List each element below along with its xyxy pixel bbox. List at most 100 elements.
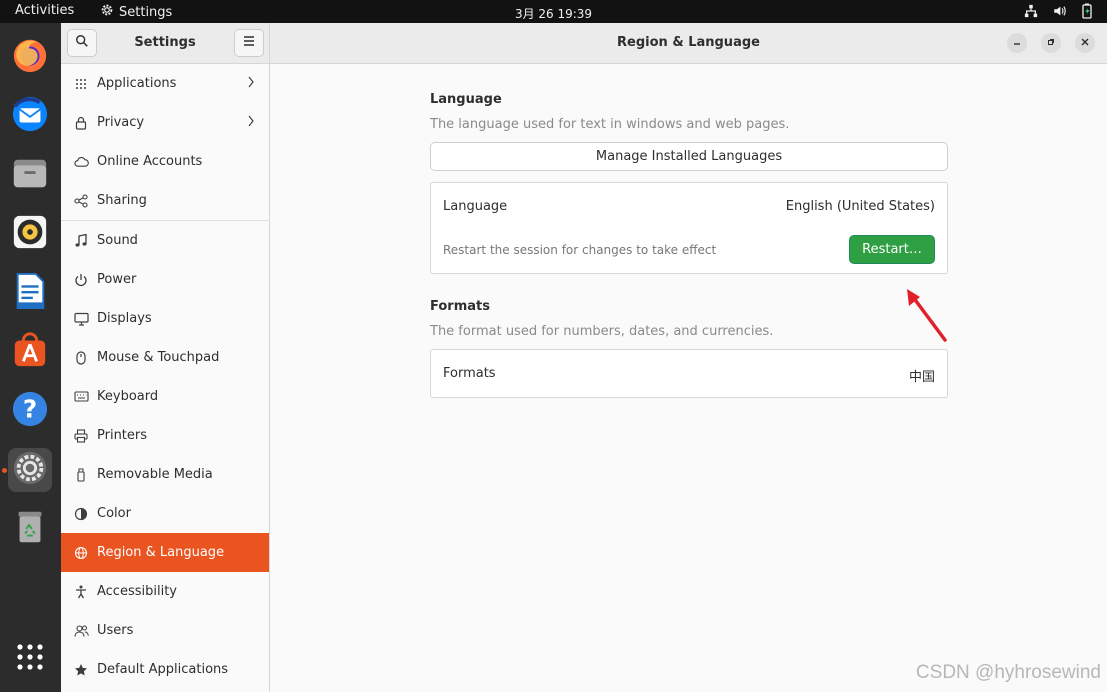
sidebar: Applications Privacy Online Accounts Sha… — [61, 64, 270, 692]
trash-icon — [11, 508, 49, 550]
dock-show-apps[interactable] — [8, 637, 52, 681]
dock-rhythmbox[interactable] — [8, 212, 52, 256]
sidebar-item-mouse-touchpad[interactable]: Mouse & Touchpad — [61, 338, 269, 377]
sidebar-item-label: Printers — [97, 428, 148, 443]
dock-thunderbird[interactable] — [8, 94, 52, 138]
main-menu-button[interactable] — [234, 29, 264, 57]
annotation-arrow — [899, 287, 949, 349]
display-icon — [73, 311, 89, 327]
sidebar-item-online-accounts[interactable]: Online Accounts — [61, 142, 269, 181]
libreoffice-writer-icon — [11, 272, 49, 314]
printer-icon — [73, 428, 89, 444]
sidebar-item-power[interactable]: Power — [61, 260, 269, 299]
language-section-title: Language — [430, 92, 502, 107]
sidebar-item-color[interactable]: Color — [61, 494, 269, 533]
battery-icon[interactable] — [1079, 3, 1095, 19]
minimize-icon — [1013, 38, 1021, 49]
sidebar-item-label: Displays — [97, 311, 152, 326]
sidebar-item-keyboard[interactable]: Keyboard — [61, 377, 269, 416]
sidebar-item-label: Sound — [97, 233, 138, 248]
restore-icon — [1047, 38, 1055, 49]
sidebar-item-sound[interactable]: Sound — [61, 221, 269, 260]
restart-note: Restart the session for changes to take … — [443, 243, 717, 257]
thunderbird-icon — [11, 95, 49, 137]
network-icon[interactable] — [1023, 3, 1039, 19]
volume-icon[interactable] — [1051, 3, 1067, 19]
close-icon — [1081, 38, 1089, 49]
sidebar-item-label: Privacy — [97, 115, 145, 130]
accessibility-icon — [73, 584, 89, 600]
chevron-right-icon — [247, 76, 255, 92]
language-box: Language English (United States) Restart… — [430, 182, 948, 274]
top-bar: Activities Settings 3月 26 19:39 — [0, 0, 1107, 23]
usb-icon — [73, 467, 89, 483]
minimize-button[interactable] — [1007, 33, 1027, 53]
sidebar-item-label: Online Accounts — [97, 154, 203, 169]
sidebar-item-default-applications[interactable]: Default Applications — [61, 650, 269, 689]
search-button[interactable] — [67, 29, 97, 57]
sidebar-header: Settings — [61, 23, 270, 64]
globe-icon — [73, 545, 89, 561]
sidebar-item-region-language[interactable]: Region & Language — [61, 533, 269, 572]
formats-row[interactable]: Formats 中国 — [430, 349, 948, 398]
rhythmbox-icon — [11, 213, 49, 255]
sidebar-item-label: Region & Language — [97, 545, 225, 560]
formats-section-title: Formats — [430, 299, 490, 314]
close-button[interactable] — [1075, 33, 1095, 53]
help-icon: ? — [11, 390, 49, 432]
sidebar-item-displays[interactable]: Displays — [61, 299, 269, 338]
sidebar-item-printers[interactable]: Printers — [61, 416, 269, 455]
sidebar-item-label: Color — [97, 506, 131, 521]
sidebar-item-label: Mouse & Touchpad — [97, 350, 220, 365]
hamburger-icon — [243, 35, 255, 51]
manage-installed-languages-button[interactable]: Manage Installed Languages — [430, 142, 948, 171]
clock[interactable]: 3月 26 19:39 — [515, 7, 592, 21]
main-header: Region & Language — [270, 23, 1107, 64]
star-icon — [73, 662, 89, 678]
users-icon — [73, 623, 89, 639]
sidebar-item-sharing[interactable]: Sharing — [61, 181, 269, 220]
running-indicator — [2, 468, 7, 473]
settings-icon — [11, 449, 49, 491]
dock-writer[interactable] — [8, 271, 52, 315]
mouse-icon — [73, 350, 89, 366]
dock-trash[interactable] — [8, 507, 52, 551]
chevron-right-icon — [247, 115, 255, 131]
dock-help[interactable]: ? — [8, 389, 52, 433]
dock-settings[interactable] — [8, 448, 52, 492]
language-row[interactable]: Language English (United States) — [431, 183, 947, 229]
music-note-icon — [73, 233, 89, 249]
app-menu-label: Settings — [119, 4, 173, 20]
sidebar-item-label: Power — [97, 272, 137, 287]
sidebar-item-label: Sharing — [97, 193, 147, 208]
language-row-label: Language — [443, 199, 508, 214]
sidebar-item-label: Keyboard — [97, 389, 159, 404]
restart-button[interactable]: Restart… — [849, 235, 935, 264]
gear-icon — [100, 3, 114, 21]
power-icon — [73, 272, 89, 288]
keyboard-icon — [73, 389, 89, 405]
restore-button[interactable] — [1041, 33, 1061, 53]
dock-app-center[interactable] — [8, 330, 52, 374]
sidebar-item-label: Accessibility — [97, 584, 177, 599]
app-menu[interactable]: Settings — [100, 3, 172, 21]
sidebar-item-applications[interactable]: Applications — [61, 64, 269, 103]
watermark: CSDN @hyhrosewind — [915, 662, 1101, 683]
sidebar-title: Settings — [134, 35, 196, 50]
page-title: Region & Language — [617, 35, 760, 50]
dock-files[interactable] — [8, 153, 52, 197]
app-center-icon — [11, 331, 49, 373]
language-row-value: English (United States) — [785, 199, 935, 214]
activities-button[interactable]: Activities — [15, 3, 74, 18]
sidebar-item-users[interactable]: Users — [61, 611, 269, 650]
dock-firefox[interactable] — [8, 35, 52, 79]
search-icon — [75, 34, 89, 52]
dock: ? — [0, 23, 61, 692]
show-apps-icon — [15, 642, 45, 676]
cloud-icon — [73, 154, 89, 170]
sidebar-item-removable-media[interactable]: Removable Media — [61, 455, 269, 494]
sidebar-item-accessibility[interactable]: Accessibility — [61, 572, 269, 611]
apps-grid-icon — [73, 76, 89, 92]
sidebar-item-privacy[interactable]: Privacy — [61, 103, 269, 142]
sidebar-item-label: Applications — [97, 76, 177, 91]
